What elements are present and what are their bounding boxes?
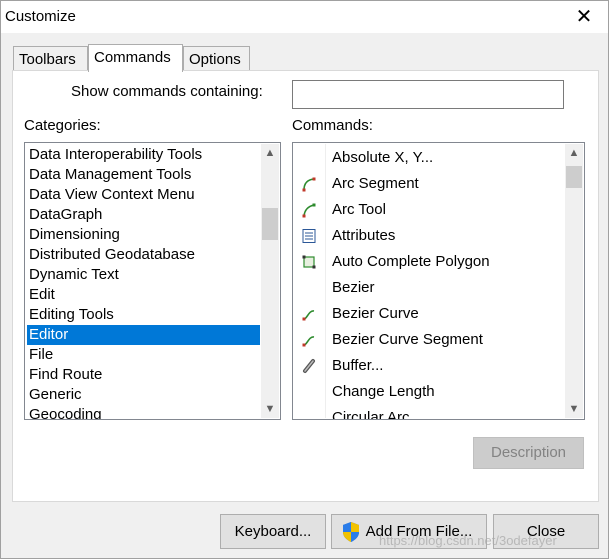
list-item[interactable]: Auto Complete Polygon	[293, 249, 563, 275]
command-label: Auto Complete Polygon	[332, 253, 490, 270]
command-label: Bezier Curve Segment	[332, 331, 483, 348]
search-label: Show commands containing:	[71, 83, 263, 100]
watermark: https://blog.csdn.net/3odefayer	[379, 533, 557, 548]
shield-icon	[343, 522, 359, 542]
list-item[interactable]: DataGraph	[27, 205, 260, 225]
commands-scrollbar[interactable]: ▲ ▼	[565, 144, 583, 418]
command-label: Attributes	[332, 227, 396, 244]
list-item[interactable]: Data Management Tools	[27, 165, 260, 185]
command-label: Change Length	[332, 383, 435, 400]
tab-toolbars[interactable]: Toolbars	[13, 46, 88, 71]
categories-scrollbar[interactable]: ▲ ▼	[261, 144, 279, 418]
bezier-curve-icon	[302, 310, 315, 321]
command-label: Circular Arc	[332, 409, 410, 420]
list-item[interactable]: Buffer...	[293, 353, 563, 379]
commands-label: Commands:	[292, 117, 373, 134]
command-label: Arc Tool	[332, 201, 386, 218]
list-item[interactable]: Bezier Curve Segment	[293, 327, 563, 353]
command-label: Absolute X, Y...	[332, 149, 434, 166]
bezier-curve-segment-icon	[302, 336, 315, 347]
close-icon[interactable]: ✕	[572, 5, 596, 29]
attributes-icon	[302, 229, 316, 243]
command-label: Bezier Curve	[332, 305, 419, 322]
list-item[interactable]: Geocoding	[27, 405, 260, 419]
list-item[interactable]: Generic	[27, 385, 260, 405]
scroll-thumb[interactable]	[262, 208, 278, 240]
command-label: Bezier	[332, 279, 375, 296]
list-item[interactable]: Change Length	[293, 379, 563, 405]
categories-list[interactable]: Data Interoperability Tools Data Managem…	[24, 142, 281, 420]
commands-list[interactable]: Absolute X, Y... Arc Segment Arc Tool At…	[292, 142, 585, 420]
customize-dialog: Customize ✕ Toolbars Commands Options Sh…	[0, 0, 609, 559]
list-item[interactable]: Absolute X, Y...	[293, 145, 563, 171]
arc-tool-icon	[302, 203, 316, 218]
list-item[interactable]: Distributed Geodatabase	[27, 245, 260, 265]
scroll-down-icon[interactable]: ▼	[261, 400, 279, 418]
scroll-up-icon[interactable]: ▲	[261, 144, 279, 162]
list-item[interactable]: Find Route	[27, 365, 260, 385]
command-label: Arc Segment	[332, 175, 419, 192]
list-item[interactable]: Arc Segment	[293, 171, 563, 197]
list-item[interactable]: Dimensioning	[27, 225, 260, 245]
list-item[interactable]: Data Interoperability Tools	[27, 145, 260, 165]
tab-commands[interactable]: Commands	[88, 44, 183, 72]
buffer-icon	[303, 359, 315, 373]
list-item[interactable]: Bezier Curve	[293, 301, 563, 327]
tab-options[interactable]: Options	[183, 46, 250, 71]
arc-segment-icon	[302, 177, 316, 192]
command-label: Buffer...	[332, 357, 384, 374]
list-item[interactable]: Arc Tool	[293, 197, 563, 223]
title-bar: Customize ✕	[1, 1, 608, 33]
search-input[interactable]	[292, 80, 564, 109]
scroll-thumb[interactable]	[566, 166, 582, 188]
list-item[interactable]: Circular Arc	[293, 405, 563, 420]
description-button[interactable]: Description	[473, 437, 584, 469]
list-item[interactable]: Data View Context Menu	[27, 185, 260, 205]
list-item[interactable]: Bezier	[293, 275, 563, 301]
keyboard-button[interactable]: Keyboard...	[220, 514, 326, 549]
scroll-down-icon[interactable]: ▼	[565, 400, 583, 418]
list-item-selected[interactable]: Editor	[27, 325, 260, 345]
list-item[interactable]: Dynamic Text	[27, 265, 260, 285]
scroll-up-icon[interactable]: ▲	[565, 144, 583, 162]
categories-label: Categories:	[24, 117, 101, 134]
list-item[interactable]: Attributes	[293, 223, 563, 249]
list-item[interactable]: File	[27, 345, 260, 365]
list-item[interactable]: Edit	[27, 285, 260, 305]
window-title: Customize	[5, 8, 76, 25]
list-item[interactable]: Editing Tools	[27, 305, 260, 325]
auto-complete-polygon-icon	[302, 255, 316, 269]
